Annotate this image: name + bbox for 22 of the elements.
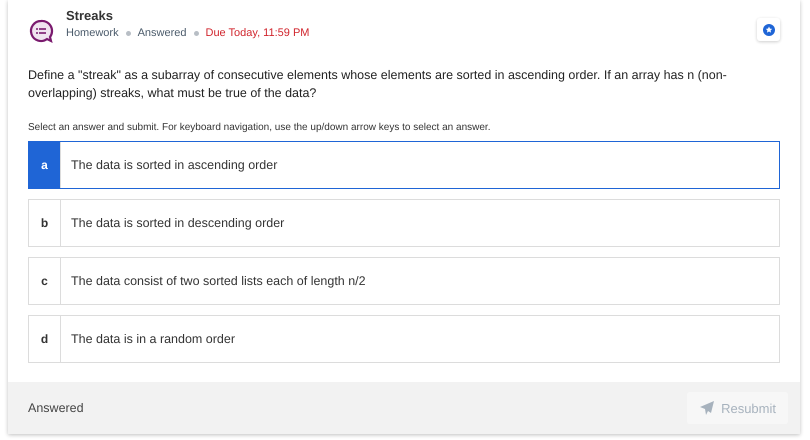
answer-option[interactable]: c The data consist of two sorted lists each of length n/2 xyxy=(28,257,780,305)
question-text: Define a "streak" as a subarray of consecutive elements whose elements are sorted in ascending order. If an array has n (non-overlapping) streaks, what must be true of the data? xyxy=(28,67,728,102)
option-text: The data is sorted in descending order xyxy=(70,215,284,232)
status-text: Answered xyxy=(28,401,84,415)
star-icon xyxy=(762,24,774,36)
separator-dot-icon xyxy=(194,30,198,36)
instructions-text: Select an answer and submit. For keyboard navigation, use the up/down arrow keys to select an answer. xyxy=(28,122,492,133)
star-badge-button[interactable] xyxy=(757,18,780,41)
meta-label: Answered xyxy=(138,27,186,39)
option-letter: a xyxy=(29,142,61,188)
meta-label: Homework xyxy=(66,27,119,39)
due-date: Due Today, 11:59 PM xyxy=(206,27,310,39)
option-text: The data consist of two sorted lists each of length n/2 xyxy=(70,273,366,290)
option-text: The data is sorted in ascending order xyxy=(70,157,278,174)
answer-option[interactable]: b The data is sorted in descending order xyxy=(28,199,780,247)
option-text: The data is in a random order xyxy=(70,331,235,348)
answer-option[interactable]: a The data is sorted in ascending order xyxy=(28,141,780,189)
answer-option[interactable]: d The data is in a random order xyxy=(28,315,780,363)
separator-dot-icon xyxy=(126,30,131,36)
chat-list-icon xyxy=(28,18,54,44)
assignment-title: Streaks xyxy=(66,8,114,23)
send-icon xyxy=(699,400,716,416)
